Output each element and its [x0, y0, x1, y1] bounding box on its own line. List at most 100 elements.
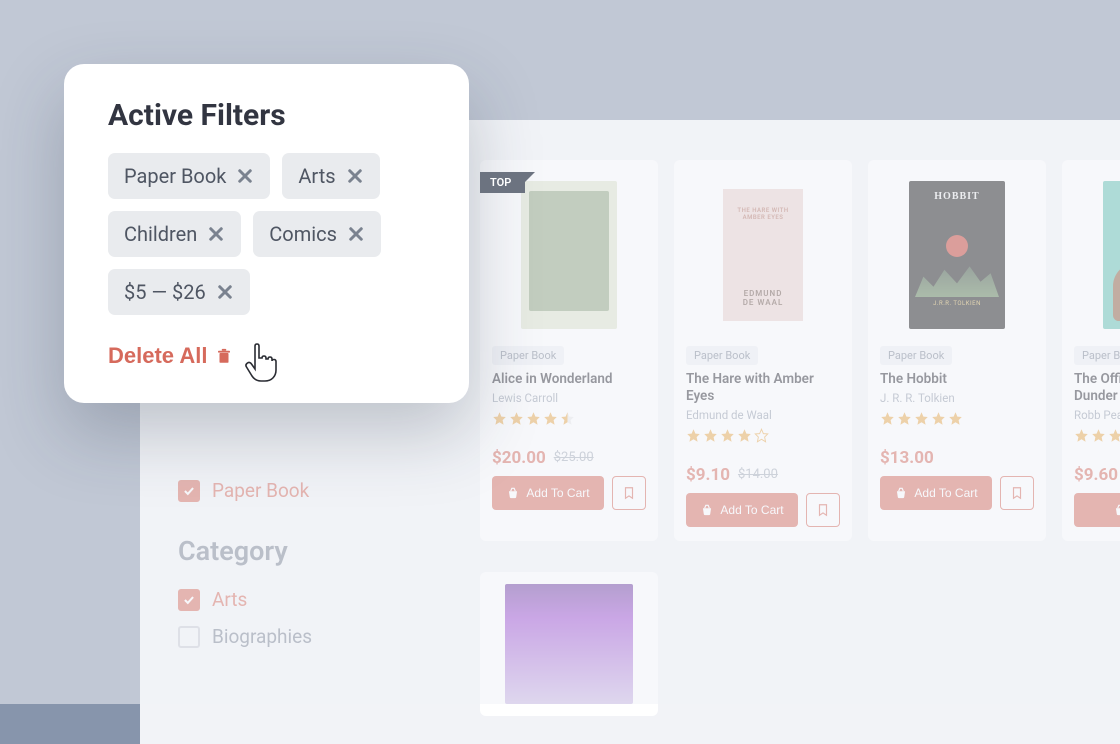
format-tag: Paper Book — [1074, 346, 1120, 365]
delete-all-button[interactable]: Delete All — [108, 343, 233, 369]
chip-label: Children — [124, 222, 197, 246]
star-icon — [703, 428, 718, 443]
product-author: Edmund de Waal — [686, 408, 840, 422]
active-filters-popover: Active Filters Paper Book Arts Children Com… — [64, 64, 469, 403]
product-grid-row2 — [480, 572, 658, 716]
product-card[interactable]: HOBBITJ.R.R. TOLKIEN Paper Book The Hobbit… — [868, 160, 1046, 541]
basket-icon — [700, 503, 714, 517]
close-icon[interactable] — [207, 225, 225, 243]
product-card[interactable]: THE HARE WITHAMBER EYESEDMUNDDE WAALPape… — [674, 160, 852, 541]
star-icon — [914, 411, 929, 426]
category-filter-biographies[interactable]: Biographies — [178, 618, 438, 655]
checkbox-checked-icon — [178, 589, 200, 611]
add-to-cart-button[interactable]: Ad — [1074, 493, 1120, 527]
format-tag: Paper Book — [492, 346, 564, 365]
filter-chip[interactable]: $5 — $26 — [108, 269, 250, 315]
book-cover-wrap: THE HARE WITHAMBER EYESEDMUNDDE WAAL — [686, 172, 840, 338]
add-to-cart-label: Add To Cart — [526, 486, 589, 500]
filter-chip[interactable]: Comics — [253, 211, 381, 257]
category-filter-arts[interactable]: Arts — [178, 581, 438, 618]
close-icon[interactable] — [347, 225, 365, 243]
pointer-cursor-icon — [244, 343, 278, 383]
product-author: Lewis Carroll — [492, 391, 646, 405]
star-icon — [897, 411, 912, 426]
category-filter-label: Biographies — [212, 625, 312, 648]
star-icon — [492, 411, 507, 426]
star-empty-icon — [754, 428, 769, 443]
category-heading: Category — [178, 535, 438, 567]
star-icon — [686, 428, 701, 443]
bookmark-button[interactable] — [612, 476, 646, 510]
bookmark-icon — [816, 502, 830, 518]
book-cover-wrap — [1074, 172, 1120, 338]
checkbox-empty-icon — [178, 626, 200, 648]
close-icon[interactable] — [346, 167, 364, 185]
bookmark-button[interactable] — [806, 493, 840, 527]
rating-stars — [1074, 428, 1120, 443]
price: $13.00 — [880, 448, 934, 468]
filter-chip[interactable]: Children — [108, 211, 241, 257]
rating-stars — [880, 411, 1034, 426]
trash-icon — [215, 346, 233, 366]
star-icon — [1108, 428, 1120, 443]
rating-stars — [492, 411, 646, 426]
filter-chip[interactable]: Paper Book — [108, 153, 270, 199]
price: $9.60 — [1074, 465, 1118, 485]
book-cover-wrap — [492, 172, 646, 338]
add-to-cart-label: Add To Cart — [720, 503, 783, 517]
star-icon — [880, 411, 895, 426]
product-title: The Office: A Day at Dunder Mifflin — [1074, 371, 1120, 405]
checkbox-checked-icon — [178, 480, 200, 502]
product-author: Robb Pear — [1074, 408, 1120, 422]
product-author: J. R. R. Tolkien — [880, 391, 1034, 405]
add-to-cart-button[interactable]: Add To Cart — [686, 493, 798, 527]
star-icon — [1091, 428, 1106, 443]
popover-title: Active Filters — [108, 98, 431, 133]
basket-icon — [506, 486, 520, 500]
price: $20.00 — [492, 448, 546, 468]
star-icon — [509, 411, 524, 426]
star-icon — [526, 411, 541, 426]
price: $9.10 — [686, 465, 730, 485]
bookmark-icon — [622, 485, 636, 501]
filter-chips: Paper Book Arts Children Comics $5 — $26 — [108, 153, 431, 315]
chip-label: Comics — [269, 222, 337, 246]
rating-stars — [686, 428, 840, 443]
bookmark-icon — [1010, 485, 1024, 501]
filter-chip[interactable]: Arts — [282, 153, 379, 199]
star-icon — [543, 411, 558, 426]
add-to-cart-button[interactable]: Add To Cart — [492, 476, 604, 510]
format-filter-label: Paper Book — [212, 479, 309, 502]
add-to-cart-label: Add To Cart — [914, 486, 977, 500]
star-icon — [931, 411, 946, 426]
format-tag: Paper Book — [880, 346, 952, 365]
product-grid: TOP Paper Book Alice in Wonderland Lewis Ca… — [480, 160, 1120, 541]
star-icon — [1074, 428, 1089, 443]
star-icon — [737, 428, 752, 443]
old-price: $25.00 — [554, 450, 594, 465]
star-icon — [720, 428, 735, 443]
product-card[interactable] — [480, 572, 658, 716]
bookmark-button[interactable] — [1000, 476, 1034, 510]
category-filter-label: Arts — [212, 588, 247, 611]
basket-icon — [894, 486, 908, 500]
product-card[interactable]: TOP Paper Book Alice in Wonderland Lewis Ca… — [480, 160, 658, 541]
product-title: The Hare with Amber Eyes — [686, 371, 840, 405]
chip-label: Paper Book — [124, 164, 226, 188]
add-to-cart-button[interactable]: Add To Cart — [880, 476, 992, 510]
top-badge: TOP — [480, 172, 525, 193]
old-price: $14.00 — [738, 467, 778, 482]
close-icon[interactable] — [216, 283, 234, 301]
close-icon[interactable] — [236, 167, 254, 185]
product-card[interactable]: Paper Book The Office: A Day at Dunder Mi… — [1062, 160, 1120, 541]
star-icon — [948, 411, 963, 426]
chip-label: $5 — $26 — [124, 280, 206, 304]
delete-all-label: Delete All — [108, 343, 207, 369]
chip-label: Arts — [298, 164, 335, 188]
sidebar-filters: Paper Book Category Arts Biographies — [178, 472, 438, 655]
star-half-icon — [560, 411, 575, 426]
product-title: The Hobbit — [880, 371, 1034, 388]
product-title: Alice in Wonderland — [492, 371, 646, 388]
book-cover-wrap: HOBBITJ.R.R. TOLKIEN — [880, 172, 1034, 338]
format-filter-paperbook[interactable]: Paper Book — [178, 472, 438, 509]
